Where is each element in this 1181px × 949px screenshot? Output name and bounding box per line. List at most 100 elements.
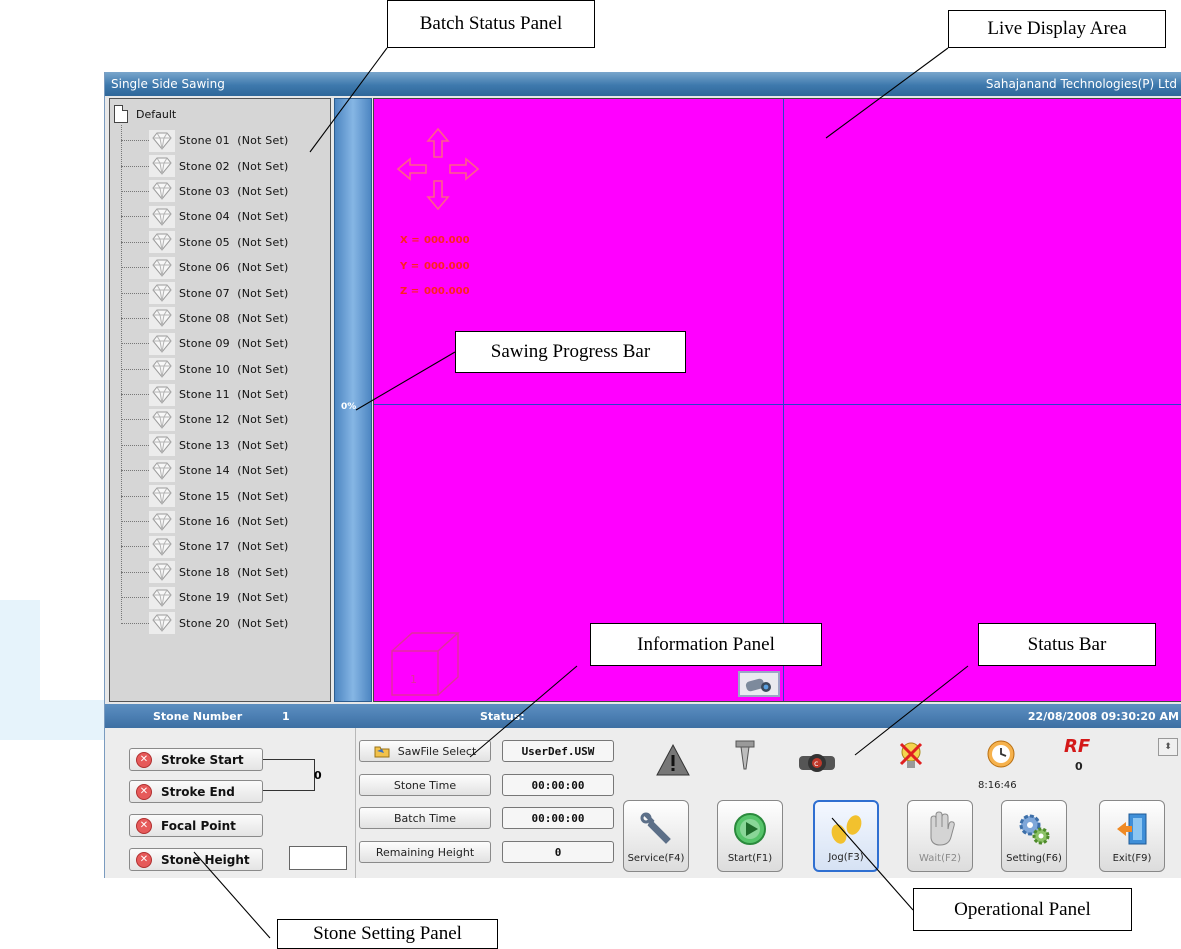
tree-item-label: Stone 16 (Not Set) bbox=[179, 515, 289, 529]
stone-height-button[interactable]: ✕ Stone Height bbox=[129, 848, 263, 871]
tree-item-label: Stone 18 (Not Set) bbox=[179, 565, 289, 579]
diamond-icon bbox=[149, 307, 175, 330]
coord-y-label: Y = bbox=[400, 261, 420, 272]
diamond-icon bbox=[149, 358, 175, 381]
tree-root-label: Default bbox=[136, 107, 177, 121]
diamond-icon bbox=[149, 282, 175, 305]
diamond-icon bbox=[149, 434, 175, 457]
camera-button[interactable] bbox=[738, 671, 780, 697]
status-label: Status: bbox=[480, 710, 525, 723]
tool-pin-icon bbox=[725, 736, 765, 776]
stroke-count: 0 bbox=[314, 769, 322, 782]
focal-point-label: Focal Point bbox=[161, 818, 236, 833]
setting-button[interactable]: Setting(F6) bbox=[1001, 800, 1067, 872]
coord-y-value: 000.000 bbox=[424, 261, 470, 272]
app-window: Single Side Sawing Sahajanand Technologi… bbox=[104, 72, 1181, 878]
callout-operational-panel: Operational Panel bbox=[913, 888, 1132, 931]
tree-item-stone[interactable]: Stone 12 (Not Set) bbox=[121, 407, 288, 432]
callout-sawing-progress-bar: Sawing Progress Bar bbox=[455, 331, 686, 373]
tree-item-stone[interactable]: Stone 02 (Not Set) bbox=[121, 153, 288, 178]
tree-item-stone[interactable]: Stone 05 (Not Set) bbox=[121, 230, 288, 255]
warning-icon bbox=[653, 740, 693, 780]
scroll-up-button[interactable]: ⬍ bbox=[1158, 738, 1178, 756]
tree-branch-line bbox=[121, 317, 149, 319]
stroke-start-label: Stroke Start bbox=[161, 752, 244, 767]
live-display-area[interactable]: X = 000.000 Y = 000.000 Z = 000.000 1 bbox=[373, 98, 1181, 702]
stroke-start-button[interactable]: ✕ Stroke Start bbox=[129, 748, 263, 771]
remaining-height-button[interactable]: Remaining Height bbox=[359, 841, 491, 863]
tree-branch-line bbox=[121, 571, 149, 573]
svg-text:c: c bbox=[814, 759, 818, 768]
tree-item-stone[interactable]: Stone 09 (Not Set) bbox=[121, 331, 288, 356]
diamond-icon bbox=[149, 180, 175, 203]
stone-height-input[interactable] bbox=[289, 846, 347, 870]
service-label: Service(F4) bbox=[627, 853, 685, 864]
service-button[interactable]: Service(F4) bbox=[623, 800, 689, 872]
tree-item-stone[interactable]: Stone 06 (Not Set) bbox=[121, 255, 288, 280]
crosshair-horizontal bbox=[374, 404, 1181, 405]
tree-items: Stone 01 (Not Set) Stone 02 (Not Set) Ston… bbox=[121, 128, 288, 636]
stone-time-button[interactable]: Stone Time bbox=[359, 774, 491, 796]
tree-item-stone[interactable]: Stone 14 (Not Set) bbox=[121, 458, 288, 483]
batch-time-button[interactable]: Batch Time bbox=[359, 807, 491, 829]
jog-label: Jog(F3) bbox=[828, 852, 864, 863]
coord-y: Y = 000.000 bbox=[400, 261, 470, 272]
tree-branch-line bbox=[121, 343, 149, 345]
sawfile-value: UserDef.USW bbox=[502, 740, 614, 762]
tree-branch-line bbox=[121, 597, 149, 599]
diamond-icon bbox=[149, 408, 175, 431]
tree-item-label: Stone 06 (Not Set) bbox=[179, 261, 289, 275]
clock-time: 8:16:46 bbox=[978, 780, 1017, 791]
camera-icon bbox=[745, 678, 771, 692]
tree-item-stone[interactable]: Stone 16 (Not Set) bbox=[121, 509, 288, 534]
tree-item-stone[interactable]: Stone 04 (Not Set) bbox=[121, 204, 288, 229]
stroke-end-button[interactable]: ✕ Stroke End bbox=[129, 780, 263, 803]
diamond-icon bbox=[149, 485, 175, 508]
hand-icon bbox=[920, 809, 960, 849]
tree-item-stone[interactable]: Stone 07 (Not Set) bbox=[121, 280, 288, 305]
folder-icon bbox=[374, 746, 390, 758]
tree-item-label: Stone 03 (Not Set) bbox=[179, 184, 289, 198]
tree-item-label: Stone 01 (Not Set) bbox=[179, 134, 289, 148]
direction-arrows-icon bbox=[396, 127, 480, 211]
diamond-icon bbox=[149, 332, 175, 355]
tree-branch-line bbox=[121, 190, 149, 192]
tree-item-label: Stone 13 (Not Set) bbox=[179, 438, 289, 452]
not-set-icon: ✕ bbox=[136, 817, 152, 834]
tree-branch-line bbox=[121, 292, 149, 294]
tree-item-stone[interactable]: Stone 20 (Not Set) bbox=[121, 610, 288, 635]
tree-item-label: Stone 17 (Not Set) bbox=[179, 540, 289, 554]
panel-separator bbox=[355, 728, 356, 878]
exit-button[interactable]: Exit(F9) bbox=[1099, 800, 1165, 872]
coord-x: X = 000.000 bbox=[400, 235, 470, 246]
tree-item-stone[interactable]: Stone 18 (Not Set) bbox=[121, 560, 288, 585]
tree-root-default[interactable]: Default bbox=[114, 105, 176, 123]
tree-branch-line bbox=[121, 241, 149, 243]
tree-branch-line bbox=[121, 419, 149, 421]
tree-item-stone[interactable]: Stone 11 (Not Set) bbox=[121, 382, 288, 407]
tree-item-label: Stone 11 (Not Set) bbox=[179, 388, 289, 402]
sawing-progress-bar: 0% bbox=[334, 98, 372, 702]
tree-item-stone[interactable]: Stone 17 (Not Set) bbox=[121, 534, 288, 559]
start-button[interactable]: Start(F1) bbox=[717, 800, 783, 872]
jog-button[interactable]: Jog(F3) bbox=[813, 800, 879, 872]
tree-item-stone[interactable]: Stone 10 (Not Set) bbox=[121, 357, 288, 382]
callout-status-bar: Status Bar bbox=[978, 623, 1156, 666]
wait-label: Wait(F2) bbox=[919, 853, 961, 864]
not-set-icon: ✕ bbox=[136, 851, 152, 868]
tree-item-stone[interactable]: Stone 13 (Not Set) bbox=[121, 433, 288, 458]
progress-percent: 0% bbox=[341, 402, 357, 412]
diamond-icon bbox=[149, 535, 175, 558]
coord-z-value: 000.000 bbox=[424, 286, 470, 297]
sawfile-select-button[interactable]: SawFile Select bbox=[359, 740, 491, 762]
tree-item-stone[interactable]: Stone 01 (Not Set) bbox=[121, 128, 288, 153]
focal-point-button[interactable]: ✕ Focal Point bbox=[129, 814, 263, 837]
tree-item-stone[interactable]: Stone 08 (Not Set) bbox=[121, 306, 288, 331]
tree-item-stone[interactable]: Stone 03 (Not Set) bbox=[121, 179, 288, 204]
wait-button[interactable]: Wait(F2) bbox=[907, 800, 973, 872]
exit-door-icon bbox=[1112, 809, 1152, 849]
tree-item-stone[interactable]: Stone 19 (Not Set) bbox=[121, 585, 288, 610]
tree-item-stone[interactable]: Stone 15 (Not Set) bbox=[121, 483, 288, 508]
cube-number: 1 bbox=[410, 673, 417, 686]
batch-status-panel: Default Stone 01 (Not Set) Stone 02 (Not … bbox=[109, 98, 331, 702]
